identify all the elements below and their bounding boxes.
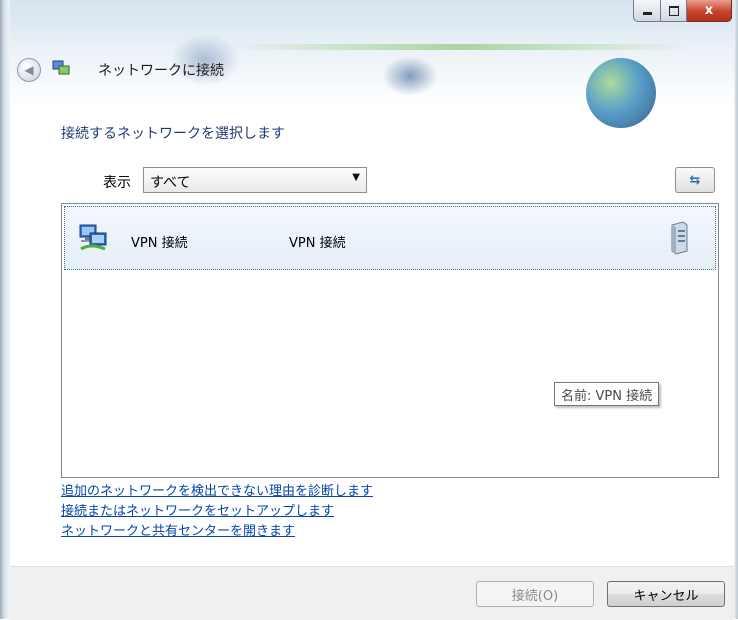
network-tooltip: 名前: VPN 接続 [554, 382, 660, 406]
chevron-down-icon: ▼ [352, 172, 360, 183]
network-type: VPN 接続 [289, 236, 346, 251]
network-list[interactable]: VPN 接続 VPN 接続 [61, 203, 719, 478]
header-computer-graphic-2 [382, 56, 438, 96]
close-button[interactable]: x [687, 0, 732, 22]
network-list-item[interactable]: VPN 接続 VPN 接続 [64, 206, 716, 270]
dialog-footer: 接続(O) キャンセル [10, 566, 734, 620]
window-frame-right [734, 0, 738, 619]
setup-connection-link[interactable]: 接続またはネットワークをセットアップします [61, 502, 373, 522]
open-network-center-link[interactable]: ネットワークと共有センターを開きます [61, 522, 373, 542]
refresh-icon: ⇆ [689, 172, 701, 188]
window-header [10, 0, 734, 128]
filter-label: 表示 [103, 175, 131, 191]
server-icon [671, 221, 688, 255]
connect-button[interactable]: 接続(O) [476, 581, 594, 607]
minimize-button[interactable] [633, 0, 661, 22]
cancel-button[interactable]: キャンセル [607, 581, 725, 607]
diagnose-link[interactable]: 追加のネットワークを検出できない理由を診断します [61, 482, 373, 502]
caption-buttons: x [633, 0, 732, 22]
cancel-button-label: キャンセル [633, 588, 699, 604]
filter-selected-value: すべて [150, 175, 191, 191]
maximize-button[interactable] [661, 0, 687, 22]
connect-button-label: 接続(O) [511, 588, 559, 604]
links-section: 追加のネットワークを検出できない理由を診断します 接続またはネットワークをセット… [61, 482, 373, 542]
globe-icon [586, 58, 656, 128]
network-name: VPN 接続 [131, 236, 188, 251]
header-swoosh [230, 44, 690, 50]
main-instruction: 接続するネットワークを選択します [61, 126, 285, 142]
refresh-button[interactable]: ⇆ [675, 167, 715, 193]
close-icon: x [704, 3, 714, 18]
minimize-icon [642, 12, 652, 15]
back-arrow-icon: ◀ [24, 63, 34, 77]
vpn-network-icon [79, 224, 107, 251]
maximize-icon [668, 5, 679, 16]
back-button[interactable]: ◀ [17, 58, 41, 82]
window-frame-left [0, 0, 10, 619]
network-filter-dropdown[interactable]: すべて ▼ [143, 167, 367, 193]
window-title: ネットワークに接続 [98, 63, 224, 79]
network-app-icon [52, 60, 70, 75]
